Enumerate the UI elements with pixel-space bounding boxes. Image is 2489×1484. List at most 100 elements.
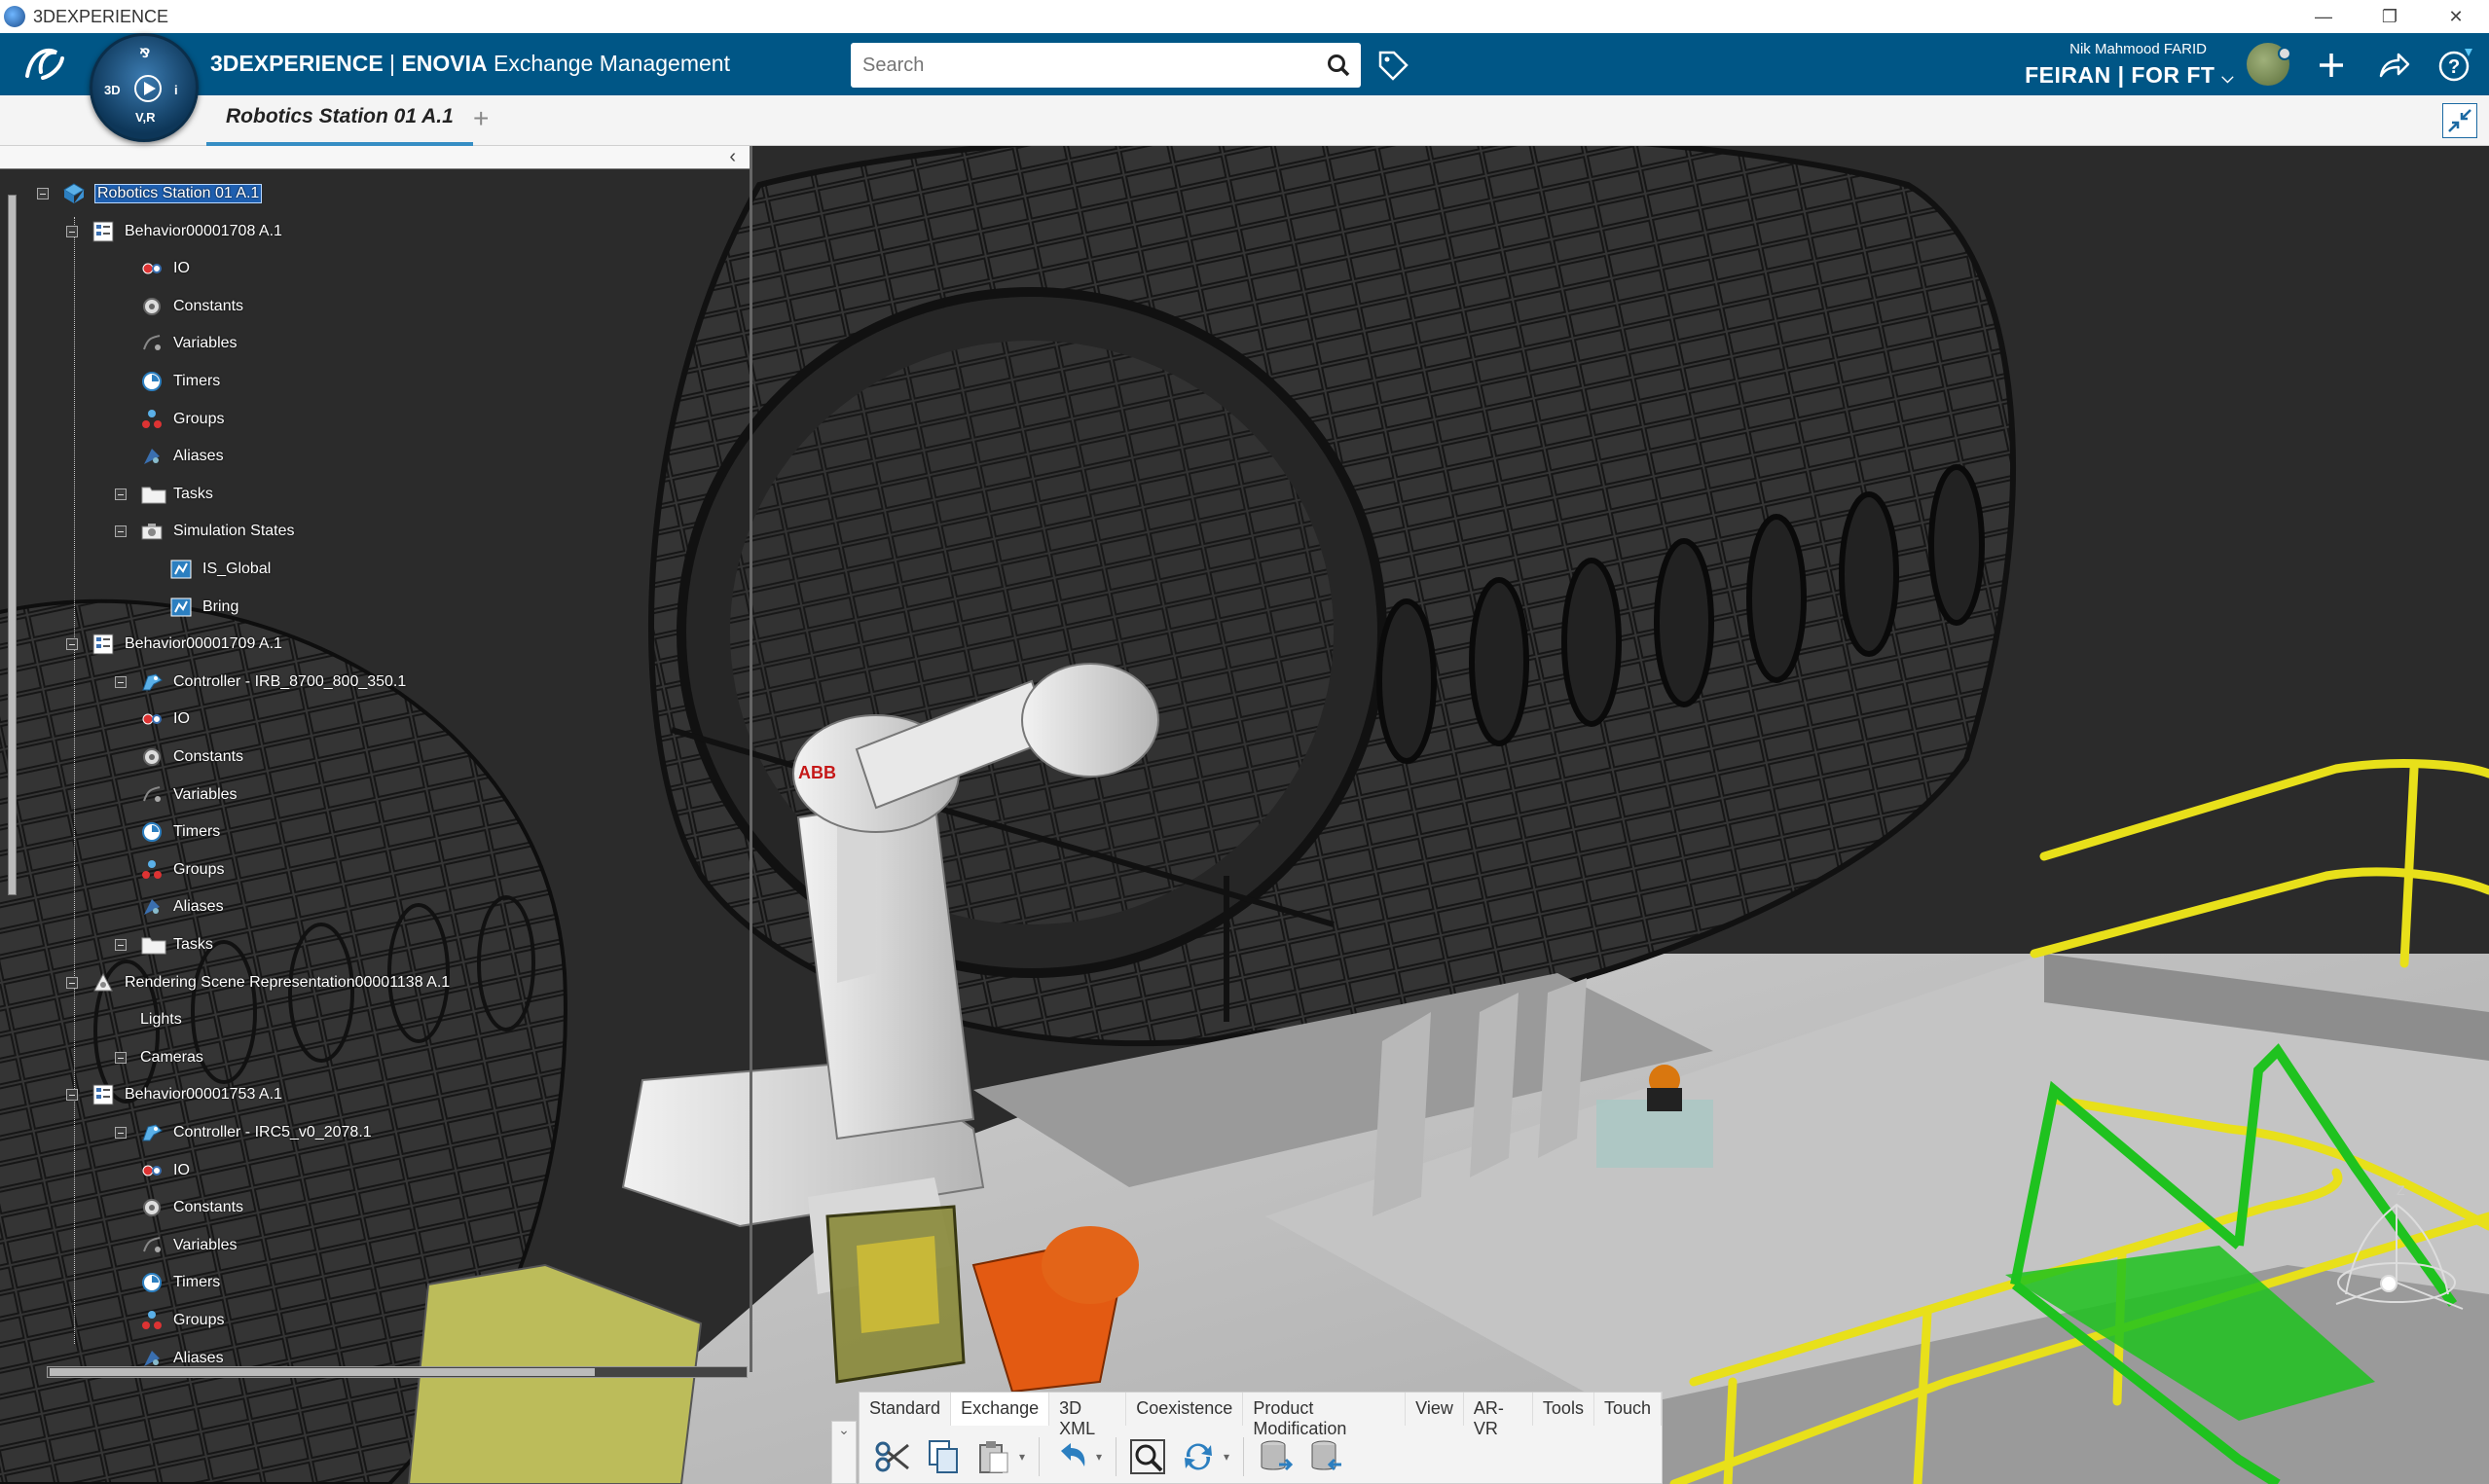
help-icon[interactable]: ? — [2437, 47, 2474, 84]
tree-expander-icon[interactable] — [66, 976, 78, 989]
fit-all-icon[interactable] — [1122, 1433, 1173, 1480]
tree-node[interactable]: Behavior00001708 A.1 — [66, 217, 282, 246]
chevron-down-icon: ⌵ — [2221, 70, 2234, 87]
refresh-icon[interactable] — [1173, 1433, 1224, 1480]
tree-expander-icon[interactable] — [115, 675, 127, 688]
compass-vr-label[interactable]: V,R — [135, 110, 155, 125]
tree-node[interactable]: Rendering Scene Representation00001138 A… — [66, 968, 450, 997]
compass-3d-label[interactable]: 3D — [104, 83, 121, 97]
tree-node[interactable]: Simulation States — [115, 517, 295, 546]
action-tab-tools[interactable]: Tools — [1533, 1393, 1594, 1426]
tab-robotics-station[interactable]: Robotics Station 01 A.1 — [206, 95, 473, 146]
search-icon[interactable] — [1326, 53, 1351, 78]
caret-down-icon[interactable]: ▾ — [1224, 1450, 1237, 1464]
specification-tree[interactable]: Robotics Station 01 A.1 Behavior00001708 … — [0, 171, 750, 1368]
tag-icon[interactable] — [1376, 49, 1409, 82]
tree-node[interactable]: Constants — [140, 292, 243, 321]
tree-expander-icon[interactable] — [115, 939, 127, 951]
close-icon[interactable]: ✕ — [2423, 0, 2489, 33]
chevron-left-icon[interactable]: ‹ — [729, 146, 736, 168]
play-icon[interactable] — [134, 75, 162, 102]
compass-widget[interactable]: ⅋ 3D i V,R — [90, 33, 199, 142]
tree-node[interactable]: Tasks — [115, 480, 213, 509]
caret-down-icon[interactable]: ▾ — [1096, 1450, 1110, 1464]
undo-icon[interactable] — [1045, 1433, 1096, 1480]
search-box[interactable] — [851, 43, 1361, 88]
tree-horizontal-scrollbar[interactable] — [47, 1366, 748, 1378]
tree-node[interactable]: Controller - IRC5_v0_2078.1 — [115, 1118, 372, 1147]
action-tab-view[interactable]: View — [1406, 1393, 1464, 1426]
behavior-icon — [92, 220, 115, 243]
tree-node[interactable]: Timers — [140, 1268, 220, 1297]
caret-down-icon[interactable]: ▾ — [1019, 1450, 1033, 1464]
tree-node[interactable]: IS_Global — [169, 555, 271, 584]
dassault-logo-icon[interactable] — [18, 43, 72, 86]
groups-icon — [140, 858, 164, 882]
tree-node[interactable]: Groups — [140, 855, 224, 885]
top-bar: ⅋ 3D i V,R 3DEXPERIENCE | ENOVIA Exchang… — [0, 33, 2489, 142]
tree-node[interactable]: Variables — [140, 1231, 238, 1260]
action-tab-touch[interactable]: Touch — [1594, 1393, 1662, 1426]
cut-icon[interactable] — [867, 1433, 918, 1480]
tree-node[interactable]: Constants — [140, 1193, 243, 1222]
restore-icon[interactable]: ❐ — [2357, 0, 2423, 33]
tree-node[interactable]: Tasks — [115, 930, 213, 959]
tab-bar: Robotics Station 01 A.1 + — [0, 95, 2489, 146]
tree-expander-icon[interactable] — [115, 1051, 127, 1064]
tree-node[interactable]: Controller - IRB_8700_800_350.1 — [115, 668, 406, 697]
action-tab-coexistence[interactable]: Coexistence — [1126, 1393, 1244, 1426]
tree-node[interactable]: Bring — [169, 593, 238, 622]
tree-node[interactable]: Groups — [140, 1306, 224, 1335]
action-tab-ar-vr[interactable]: AR-VR — [1464, 1393, 1533, 1438]
action-tab-standard[interactable]: Standard — [860, 1393, 952, 1426]
tree-node[interactable]: Timers — [140, 367, 220, 396]
action-tab-3d-xml[interactable]: 3D XML — [1049, 1393, 1127, 1438]
tree-expander-icon[interactable] — [66, 1089, 78, 1102]
tree-node[interactable]: Variables — [140, 329, 238, 358]
tree-expander-icon[interactable] — [37, 188, 49, 199]
tree-node[interactable]: IO — [140, 705, 190, 734]
tree-node[interactable]: Constants — [140, 742, 243, 772]
minimize-icon[interactable]: — — [2290, 0, 2357, 33]
tree-node-label: Variables — [173, 785, 238, 803]
load-db-icon[interactable] — [1300, 1433, 1351, 1480]
tree-node[interactable]: Aliases — [140, 442, 224, 471]
scrollbar-thumb[interactable] — [50, 1368, 595, 1376]
tenant-selector[interactable]: FEIRAN | FOR FT ⌵ — [2025, 62, 2234, 89]
tree-panel-splitter[interactable] — [750, 146, 752, 1372]
copy-icon[interactable] — [918, 1433, 969, 1480]
action-bar-toggle[interactable]: ⌄ — [831, 1421, 857, 1484]
tree-node-label: Groups — [173, 860, 225, 878]
collapse-view-icon[interactable] — [2442, 103, 2477, 138]
avatar[interactable] — [2247, 43, 2291, 86]
tree-node[interactable]: IO — [140, 1156, 190, 1185]
tree-node[interactable]: Robotics Station 01 A.1 — [37, 179, 263, 208]
compass-i-label[interactable]: i — [174, 83, 178, 97]
tree-node[interactable]: Variables — [140, 780, 238, 810]
action-tab-exchange[interactable]: Exchange — [951, 1393, 1050, 1426]
tree-expander-icon[interactable] — [115, 1127, 127, 1139]
tree-node-label: Cameras — [140, 1048, 203, 1066]
save-db-icon[interactable] — [1250, 1433, 1300, 1480]
tree-node[interactable]: Timers — [140, 817, 220, 847]
search-input[interactable] — [862, 54, 1291, 77]
user-name[interactable]: Nik Mahmood FARID — [2069, 41, 2207, 57]
tree-node[interactable]: Groups — [140, 405, 224, 434]
tree-node[interactable]: Aliases — [140, 892, 224, 922]
tree-expander-icon[interactable] — [115, 488, 127, 500]
tree-node[interactable]: Behavior00001753 A.1 — [66, 1080, 282, 1109]
tree-node-label: Variables — [173, 335, 238, 352]
add-icon[interactable] — [2313, 47, 2350, 84]
paste-icon[interactable] — [969, 1433, 1019, 1480]
tree-expander-icon[interactable] — [115, 525, 127, 538]
add-tab-button[interactable]: + — [473, 103, 489, 134]
tree-node[interactable]: Behavior00001709 A.1 — [66, 630, 282, 659]
tree-expander-icon[interactable] — [66, 225, 78, 237]
timer-icon — [140, 1271, 164, 1294]
action-tab-product-modification[interactable]: Product Modification — [1243, 1393, 1407, 1438]
tree-node[interactable]: IO — [140, 254, 190, 283]
tree-expander-icon[interactable] — [66, 638, 78, 651]
tree-node[interactable]: Cameras — [115, 1043, 203, 1072]
tree-node[interactable]: Lights — [140, 1005, 182, 1034]
share-icon[interactable] — [2375, 47, 2412, 84]
